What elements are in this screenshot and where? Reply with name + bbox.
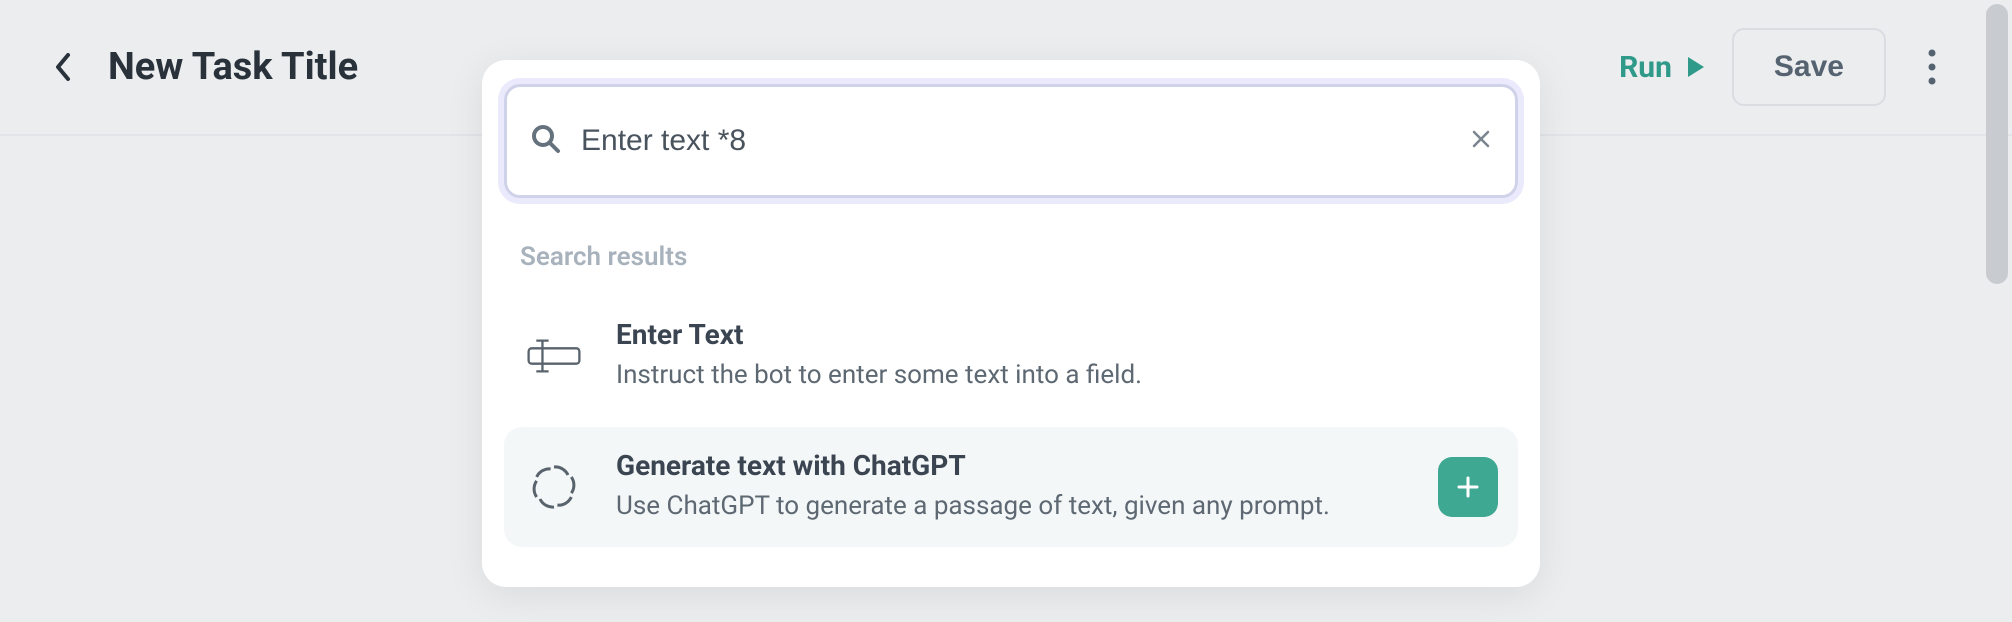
- command-search-panel: Search results Enter Text Instruct the b…: [482, 60, 1540, 587]
- add-step-button[interactable]: [1438, 457, 1498, 517]
- save-button[interactable]: Save: [1732, 28, 1886, 106]
- back-button[interactable]: [40, 43, 88, 91]
- results-list: Enter Text Instruct the bot to enter som…: [504, 296, 1518, 547]
- text-field-icon: [524, 326, 584, 386]
- run-label: Run: [1619, 50, 1672, 85]
- result-desc: Instruct the bot to enter some text into…: [616, 357, 1498, 393]
- result-title: Enter Text: [616, 318, 1498, 351]
- search-icon: [531, 124, 561, 158]
- result-item-enter-text[interactable]: Enter Text Instruct the bot to enter som…: [504, 296, 1518, 415]
- results-section-label: Search results: [520, 242, 1518, 272]
- chevron-left-icon: [54, 51, 74, 83]
- scrollbar-thumb[interactable]: [1986, 4, 2008, 284]
- close-icon: [1471, 129, 1491, 149]
- result-item-chatgpt[interactable]: Generate text with ChatGPT Use ChatGPT t…: [504, 427, 1518, 546]
- run-button[interactable]: Run: [1619, 50, 1706, 85]
- kebab-icon: [1928, 49, 1936, 85]
- clear-search-button[interactable]: [1471, 129, 1491, 153]
- play-icon: [1686, 55, 1706, 79]
- more-menu-button[interactable]: [1912, 47, 1952, 87]
- search-field-wrap: [504, 84, 1518, 198]
- plus-icon: [1456, 475, 1480, 499]
- result-desc: Use ChatGPT to generate a passage of tex…: [616, 488, 1406, 524]
- search-input[interactable]: [581, 124, 1471, 158]
- page-title[interactable]: New Task Title: [108, 45, 358, 89]
- result-title: Generate text with ChatGPT: [616, 449, 1406, 482]
- chatgpt-icon: [524, 457, 584, 517]
